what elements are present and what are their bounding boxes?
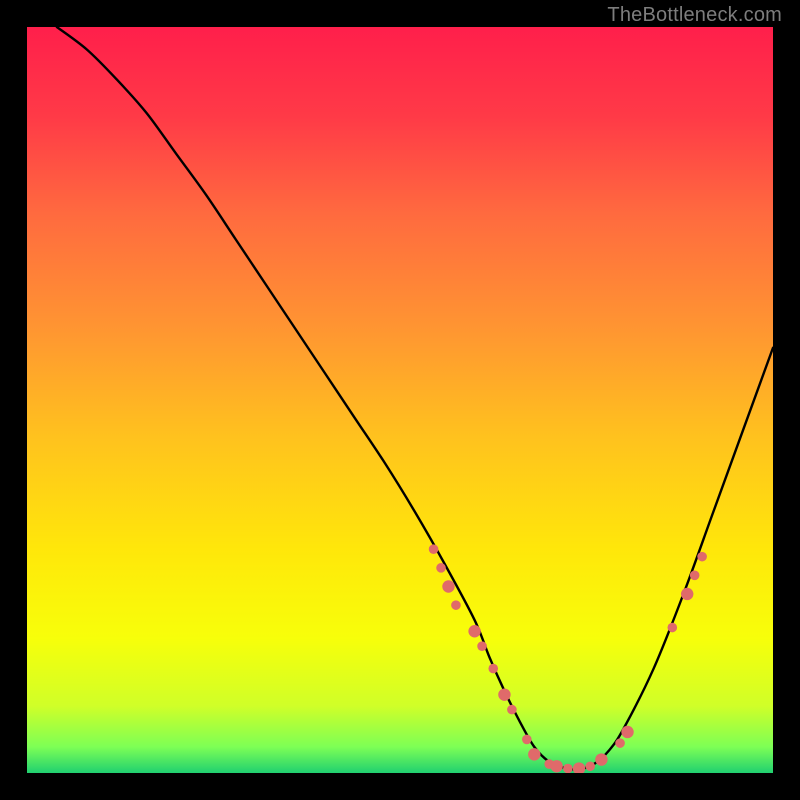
data-point (477, 641, 487, 651)
data-point (563, 764, 573, 773)
data-point (615, 738, 625, 748)
gradient-background (27, 27, 773, 773)
data-point (429, 544, 439, 554)
watermark-text: TheBottleneck.com (607, 4, 782, 27)
data-point (528, 748, 540, 760)
data-point (697, 552, 707, 562)
data-point (498, 688, 510, 700)
data-point (667, 623, 677, 633)
chart-svg (27, 27, 773, 773)
data-point (550, 760, 562, 772)
data-point (507, 705, 517, 715)
data-point (488, 664, 498, 674)
chart-stage: TheBottleneck.com (0, 0, 800, 800)
data-point (468, 625, 480, 637)
data-point (585, 761, 595, 771)
plot-area (27, 27, 773, 773)
data-point (436, 563, 446, 573)
data-point (690, 571, 700, 581)
data-point (681, 588, 693, 600)
data-point (595, 753, 607, 765)
data-point (621, 726, 633, 738)
data-point (522, 735, 532, 745)
data-point (442, 580, 454, 592)
data-point (451, 600, 461, 610)
